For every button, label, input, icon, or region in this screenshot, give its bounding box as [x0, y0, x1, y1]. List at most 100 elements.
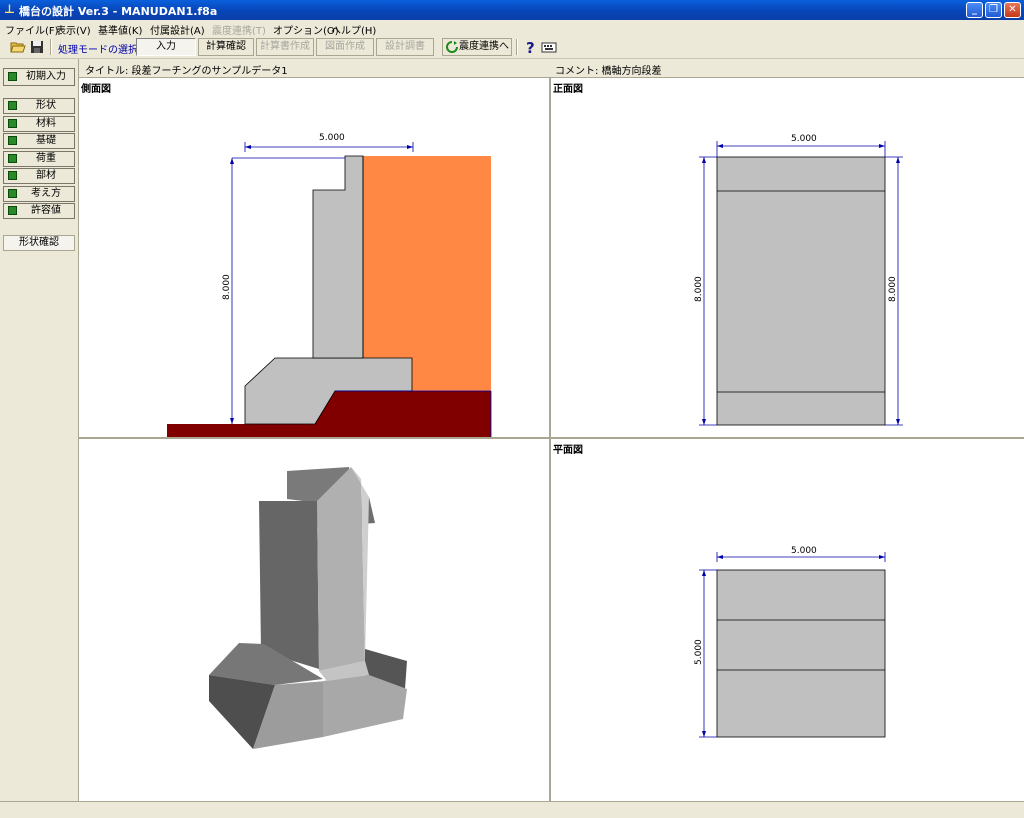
menu-attached-design[interactable]: 付属設計(A)	[150, 22, 205, 37]
sidebar-item-label: 基礎	[36, 135, 56, 146]
iso-view-drawing	[209, 467, 407, 749]
sidebar-item-label: 考え方	[31, 188, 61, 199]
side-view-pane[interactable]: 側面図 5.000 8.000	[79, 78, 549, 437]
sidebar-item-shape[interactable]: 形状	[3, 98, 75, 114]
iso-wall-front	[259, 501, 319, 669]
info-bar: タイトル: 段差フーチングのサンプルデータ1 コメント: 橋軸方向段差	[79, 59, 1024, 78]
toolbar: 処理モードの選択 入力 計算確認 計算書作成 図面作成 設計調書 震度連携へ ?	[0, 36, 1024, 59]
design-record-button[interactable]: 設計調書	[376, 38, 434, 56]
sidebar-item-approach[interactable]: 考え方	[3, 186, 75, 202]
plan-height-dim: 5.000	[694, 639, 704, 665]
menu-help[interactable]: ヘルプ(H)	[331, 22, 376, 37]
checked-icon	[8, 101, 17, 110]
dim-arrow	[702, 419, 706, 425]
seismic-link-button[interactable]: 震度連携へ	[442, 38, 512, 56]
side-view-drawing: 5.000 8.000	[167, 133, 492, 437]
menu-options[interactable]: オプション(O)	[273, 22, 339, 37]
dim-arrow	[896, 419, 900, 425]
keyboard-icon[interactable]	[541, 39, 557, 55]
wall-body	[312, 155, 364, 359]
iso-view-pane[interactable]	[79, 439, 549, 801]
sidebar-item-label: 荷重	[36, 153, 56, 164]
plan-body	[716, 569, 886, 738]
sidebar-item-label: 材料	[36, 118, 56, 129]
report-create-button[interactable]: 計算書作成	[256, 38, 314, 56]
menu-view[interactable]: 表示(V)	[56, 22, 91, 37]
ground-base	[167, 424, 491, 437]
dim-arrow	[896, 157, 900, 163]
data-comment: コメント: 橋軸方向段差	[555, 66, 662, 77]
help-icon[interactable]: ?	[522, 39, 538, 55]
front-width-dim: 5.000	[791, 134, 817, 144]
sidebar-item-load[interactable]: 荷重	[3, 151, 75, 167]
iso-wall-side	[317, 467, 365, 671]
initial-input-label: 初期入力	[26, 71, 66, 82]
input-sidebar: 初期入力 形状 材料 基礎 荷重 部材 考え方 許容値 形状確認	[0, 59, 79, 801]
refresh-icon	[446, 41, 458, 53]
checked-icon	[8, 206, 17, 215]
front-view-pane[interactable]: 正面図 5.000 8.000 8.000	[551, 78, 1024, 437]
sidebar-item-allowable[interactable]: 許容値	[3, 203, 75, 219]
status-bar	[0, 801, 1024, 818]
drawing-create-button[interactable]: 図面作成	[316, 38, 374, 56]
open-folder-icon[interactable]	[10, 39, 26, 55]
sidebar-item-foundation[interactable]: 基礎	[3, 133, 75, 149]
dim-arrow	[702, 157, 706, 163]
checked-icon	[8, 72, 17, 81]
window-title: 橋台の設計 Ver.3 - MANUDAN1.f8a	[19, 5, 218, 18]
dim-arrow	[879, 144, 885, 148]
sidebar-item-label: 部材	[36, 170, 56, 181]
checked-icon	[8, 171, 17, 180]
abutment-app-icon: ⊥	[4, 2, 15, 16]
checked-icon	[8, 119, 17, 128]
dim-arrow	[230, 158, 234, 164]
save-icon[interactable]	[29, 39, 45, 55]
dim-arrow	[717, 144, 723, 148]
side-width-dim: 5.000	[319, 133, 345, 143]
svg-text:?: ?	[526, 39, 535, 55]
toolbar-separator	[50, 39, 52, 55]
title-bar[interactable]: ⊥ 橋台の設計 Ver.3 - MANUDAN1.f8a _ ❐ ✕	[0, 0, 1024, 20]
dim-arrow	[702, 570, 706, 576]
backfill-soil	[363, 156, 491, 391]
dim-arrow	[407, 145, 413, 149]
ground-step	[315, 391, 491, 424]
seismic-link-label: 震度連携へ	[459, 41, 509, 52]
front-view-drawing: 5.000 8.000 8.000	[694, 134, 903, 426]
input-mode-button[interactable]: 入力	[136, 38, 196, 56]
plan-view-drawing: 5.000 5.000	[694, 546, 886, 738]
toolbar-separator	[516, 39, 518, 55]
sidebar-item-label: 許容値	[31, 205, 61, 216]
mode-label: 処理モードの選択	[58, 45, 138, 56]
tab-shape-check[interactable]: 形状確認	[3, 235, 75, 251]
dim-arrow	[879, 555, 885, 559]
horizontal-splitter[interactable]	[79, 437, 1024, 439]
menu-file[interactable]: ファイル(F)	[5, 22, 59, 37]
plan-width-dim: 5.000	[791, 546, 817, 556]
vertical-splitter[interactable]	[549, 78, 551, 801]
front-left-height-dim: 8.000	[694, 276, 704, 302]
sidebar-item-material[interactable]: 材料	[3, 116, 75, 132]
sidebar-item-label: 形状	[36, 100, 56, 111]
calc-check-button[interactable]: 計算確認	[198, 38, 254, 56]
checked-icon	[8, 189, 17, 198]
close-icon[interactable]: ✕	[1004, 2, 1021, 18]
menu-seismic-link[interactable]: 震度連携(T)	[212, 22, 266, 37]
checked-icon	[8, 136, 17, 145]
dim-arrow	[230, 418, 234, 424]
side-height-dim: 8.000	[222, 274, 232, 300]
menu-standard[interactable]: 基準値(K)	[98, 22, 142, 37]
minimize-icon[interactable]: _	[966, 2, 983, 18]
dim-arrow	[717, 555, 723, 559]
menu-bar: ファイル(F) 表示(V) 基準値(K) 付属設計(A) 震度連携(T) オプシ…	[0, 20, 1024, 37]
restore-icon[interactable]: ❐	[985, 2, 1002, 18]
initial-input-button[interactable]: 初期入力	[3, 68, 75, 86]
front-body	[716, 156, 886, 426]
plan-view-pane[interactable]: 平面図 5.000 5.000	[551, 439, 1024, 801]
dim-arrow	[702, 731, 706, 737]
dim-arrow	[245, 145, 251, 149]
front-right-height-dim: 8.000	[888, 276, 898, 302]
data-title: タイトル: 段差フーチングのサンプルデータ1	[85, 66, 288, 77]
checked-icon	[8, 154, 17, 163]
sidebar-item-member[interactable]: 部材	[3, 168, 75, 184]
